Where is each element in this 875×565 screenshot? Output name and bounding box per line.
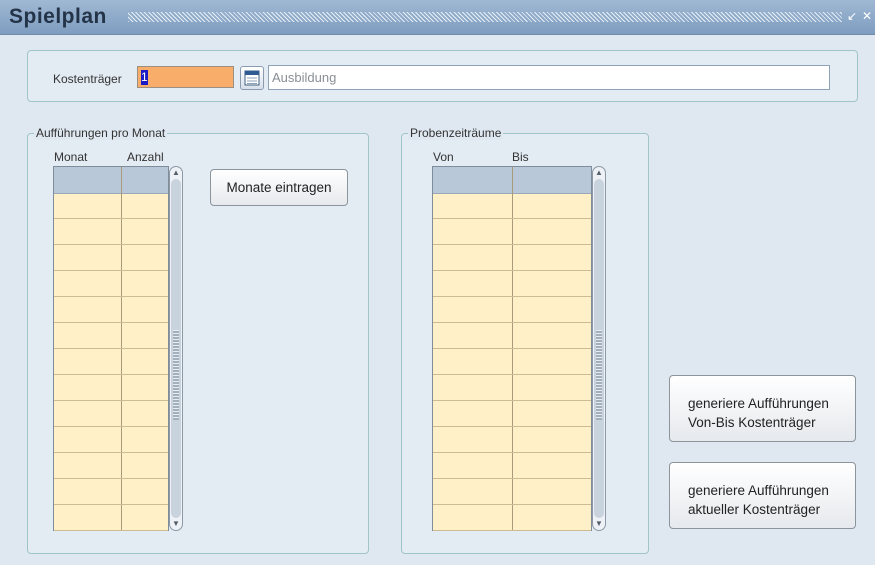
probenzeitraeume-table[interactable]	[432, 166, 592, 531]
table-header-row	[54, 167, 168, 194]
minimize-icon[interactable]: ↙	[846, 9, 858, 23]
table-row[interactable]	[54, 349, 168, 375]
table-row[interactable]	[433, 323, 591, 349]
table-row[interactable]	[433, 427, 591, 453]
generate-current-label-line1: generiere Aufführungen	[688, 483, 829, 498]
table-row[interactable]	[433, 297, 591, 323]
table-row[interactable]	[54, 193, 168, 219]
table-row[interactable]	[54, 453, 168, 479]
kostentraeger-value: 1	[141, 70, 148, 85]
auffuehrungen-table[interactable]	[53, 166, 169, 531]
monate-eintragen-button[interactable]: Monate eintragen	[210, 169, 348, 206]
table-row[interactable]	[433, 479, 591, 505]
column-header-anzahl: Anzahl	[127, 150, 164, 164]
generate-current-label-line2: aktueller Kostenträger	[688, 502, 821, 517]
calendar-icon	[244, 70, 260, 86]
column-header-monat: Monat	[54, 150, 88, 164]
table-row[interactable]	[433, 375, 591, 401]
table-row[interactable]	[54, 375, 168, 401]
scroll-up-icon[interactable]: ▲	[170, 167, 182, 179]
auffuehrungen-scrollbar[interactable]: ▲ ▼	[169, 166, 183, 531]
table-row[interactable]	[54, 479, 168, 505]
kostentraeger-label: Kostenträger	[53, 72, 122, 86]
table-row[interactable]	[433, 349, 591, 375]
title-bar-pattern	[128, 12, 842, 22]
table-row[interactable]	[433, 401, 591, 427]
table-row[interactable]	[54, 323, 168, 349]
auffuehrungen-legend: Aufführungen pro Monat	[34, 126, 168, 140]
generate-vonbis-label-line1: generiere Aufführungen	[688, 396, 829, 411]
table-row[interactable]	[54, 505, 168, 531]
close-icon[interactable]: ✕	[861, 9, 873, 23]
table-row[interactable]	[54, 219, 168, 245]
scroll-grip	[596, 330, 602, 421]
table-row[interactable]	[54, 245, 168, 271]
scroll-up-icon[interactable]: ▲	[593, 167, 605, 179]
title-bar: Spielplan ↙ ✕	[0, 0, 875, 35]
table-row[interactable]	[433, 505, 591, 531]
generate-vonbis-button[interactable]: generiere Aufführungen Von-Bis Kostenträ…	[669, 375, 856, 442]
generate-current-button[interactable]: generiere Aufführungen aktueller Kostent…	[669, 462, 856, 529]
column-header-bis: Bis	[512, 150, 529, 164]
table-row[interactable]	[54, 427, 168, 453]
column-header-von: Von	[433, 150, 454, 164]
scroll-down-icon[interactable]: ▼	[170, 518, 182, 530]
table-row[interactable]	[433, 193, 591, 219]
table-row[interactable]	[433, 271, 591, 297]
kostentraeger-input[interactable]: 1	[137, 66, 234, 88]
table-row[interactable]	[433, 245, 591, 271]
table-row[interactable]	[54, 271, 168, 297]
table-row[interactable]	[433, 219, 591, 245]
probenzeitraeume-legend: Probenzeiträume	[408, 126, 504, 140]
table-row[interactable]	[54, 297, 168, 323]
table-row[interactable]	[433, 453, 591, 479]
calendar-button[interactable]	[240, 66, 264, 90]
kostentraeger-name-field[interactable]: Ausbildung	[268, 65, 830, 90]
scroll-down-icon[interactable]: ▼	[593, 518, 605, 530]
window-title: Spielplan	[9, 5, 107, 28]
table-row[interactable]	[54, 401, 168, 427]
probenzeitraeume-scrollbar[interactable]: ▲ ▼	[592, 166, 606, 531]
generate-vonbis-label-line2: Von-Bis Kostenträger	[688, 415, 816, 430]
scroll-grip	[173, 330, 179, 421]
